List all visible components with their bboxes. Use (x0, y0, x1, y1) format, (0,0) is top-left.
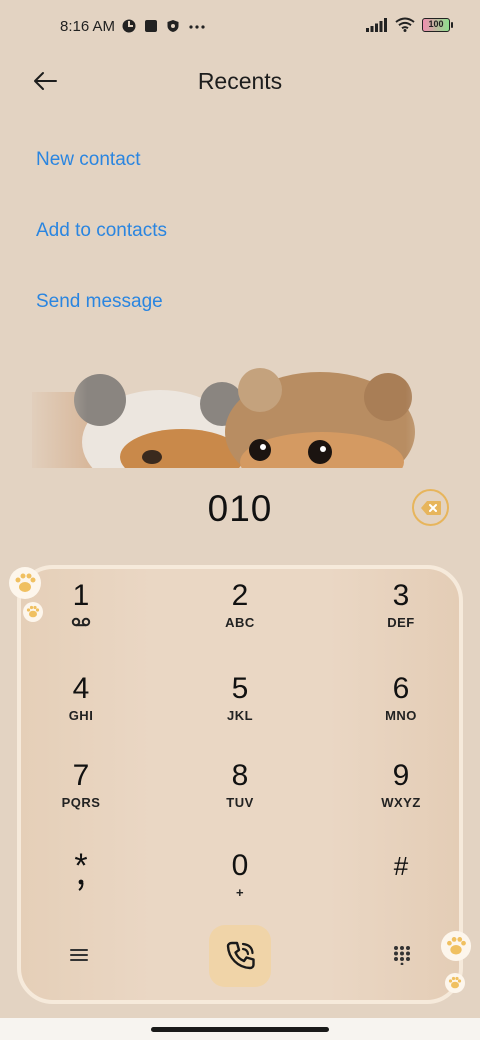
key-letters: ABC (225, 615, 255, 630)
key-hash[interactable]: # (341, 849, 461, 929)
battery-icon: 100 (422, 17, 453, 32)
key-digit: 1 (72, 579, 90, 612)
status-time: 8:16 AM (60, 18, 116, 35)
key-0[interactable]: 0 + (180, 849, 300, 929)
key-letters: + (235, 885, 245, 900)
key-9[interactable]: 9 WXYZ (341, 759, 461, 839)
dialpad-toggle-button[interactable] (385, 938, 419, 972)
key-digit: 4 (72, 672, 90, 705)
more-notifications-icon (189, 25, 205, 29)
call-button[interactable] (209, 925, 271, 987)
key-digit: 3 (392, 579, 410, 612)
send-message-link[interactable]: Send message (36, 291, 163, 313)
key-6[interactable]: 6 MNO (341, 672, 461, 752)
key-4[interactable]: 4 GHI (21, 672, 141, 752)
key-7[interactable]: 7 PQRS (21, 759, 141, 839)
paw-decoration-icon (445, 973, 465, 993)
key-digit: 9 (392, 759, 410, 792)
key-2[interactable]: 2 ABC (180, 579, 300, 659)
key-digit: # (393, 851, 409, 881)
key-digit: 8 (231, 759, 249, 792)
phone-icon (226, 941, 255, 970)
menu-icon (70, 949, 88, 961)
key-5[interactable]: 5 JKL (180, 672, 300, 752)
status-right: 100 (366, 17, 453, 32)
key-digit: 2 (231, 579, 249, 612)
key-8[interactable]: 8 TUV (180, 759, 300, 839)
new-contact-link[interactable]: New contact (36, 149, 141, 171)
key-letters: PQRS (61, 795, 101, 810)
backspace-button[interactable] (412, 489, 449, 526)
paw-decoration-icon (23, 602, 43, 622)
shield-icon (167, 20, 179, 32)
status-left-icons (122, 19, 206, 33)
dialpad-icon (394, 946, 410, 965)
page-title: Recents (197, 68, 283, 94)
key-digit: * (74, 847, 88, 885)
paw-decoration-icon (9, 567, 41, 599)
key-letters: JKL (226, 708, 254, 723)
app-notification-icon (122, 19, 136, 33)
add-to-contacts-link[interactable]: Add to contacts (36, 220, 167, 242)
menu-button[interactable] (62, 938, 96, 972)
wifi-icon (395, 17, 415, 32)
key-star[interactable]: * (21, 849, 141, 929)
pause-comma-icon (78, 879, 84, 891)
voicemail-icon (71, 617, 91, 627)
square-notification-icon (145, 20, 157, 32)
key-digit: 7 (72, 759, 90, 792)
key-digit: 5 (231, 672, 249, 705)
signal-icon (366, 17, 387, 32)
key-digit: 6 (392, 672, 410, 705)
cat-banner-image (22, 362, 458, 468)
key-letters: WXYZ (381, 795, 421, 810)
dialed-number: 010 (207, 488, 273, 529)
key-letters: GHI (68, 708, 94, 723)
home-indicator[interactable] (151, 1027, 329, 1032)
key-letters: TUV (226, 795, 254, 810)
key-3[interactable]: 3 DEF (341, 579, 461, 659)
key-letters: DEF (387, 615, 415, 630)
key-digit: 0 (231, 849, 249, 882)
paw-decoration-icon (440, 930, 472, 962)
backspace-icon (420, 500, 441, 515)
key-letters: MNO (385, 708, 417, 723)
